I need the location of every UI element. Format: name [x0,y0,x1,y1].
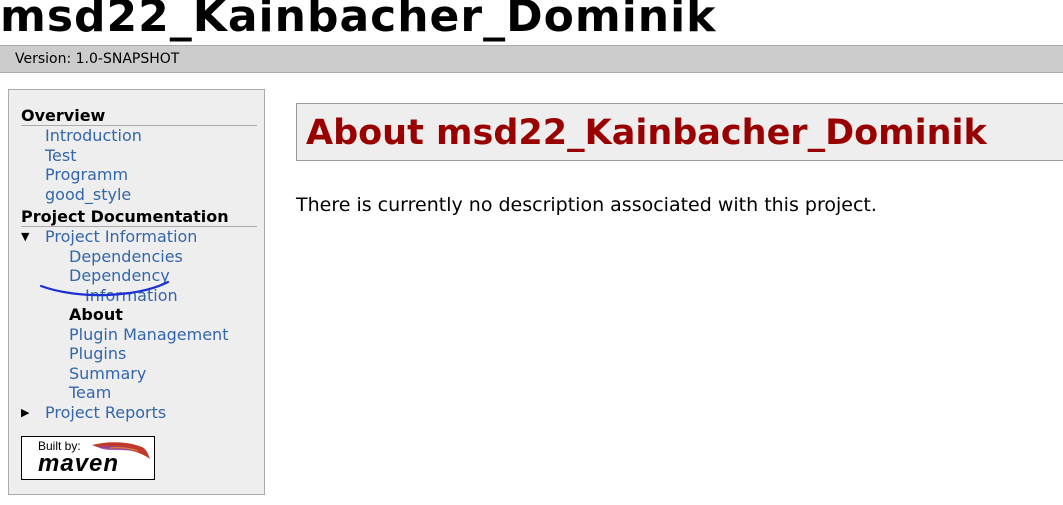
nav-link-plugin-management[interactable]: Plugin Management [69,325,228,344]
left-navigation: Overview Introduction Test Programm good… [8,89,265,495]
project-description: There is currently no description associ… [296,194,877,216]
nav-link-dependencies[interactable]: Dependencies [69,247,183,266]
built-by-maven-logo[interactable]: Built by: maven [21,436,155,480]
nav-link-project-information[interactable]: Project Information [45,227,197,246]
nav-link-introduction[interactable]: Introduction [45,126,142,145]
annotation-scribble-icon [39,280,170,297]
collapsed-triangle-icon[interactable]: ▶ [21,403,29,422]
nav-link-good-style[interactable]: good_style [45,185,131,204]
nav-link-summary[interactable]: Summary [69,364,146,383]
nav-link-team[interactable]: Team [69,383,111,402]
overview-heading: Overview [21,106,257,126]
breadcrumb-bar: Version: 1.0-SNAPSHOT [0,45,1063,73]
page-title: About msd22_Kainbacher_Dominik [296,103,1063,161]
project-documentation-heading: Project Documentation [21,207,257,227]
nav-link-project-reports[interactable]: Project Reports [45,403,166,422]
site-banner-title: msd22_Kainbacher_Dominik [0,0,717,42]
nav-link-programm[interactable]: Programm [45,165,128,184]
apache-feather-icon [92,442,150,459]
nav-link-plugins[interactable]: Plugins [69,344,126,363]
expanded-triangle-icon[interactable]: ▼ [21,227,29,246]
version-label: Version: 1.0-SNAPSHOT [15,51,180,67]
nav-link-test[interactable]: Test [45,146,77,165]
